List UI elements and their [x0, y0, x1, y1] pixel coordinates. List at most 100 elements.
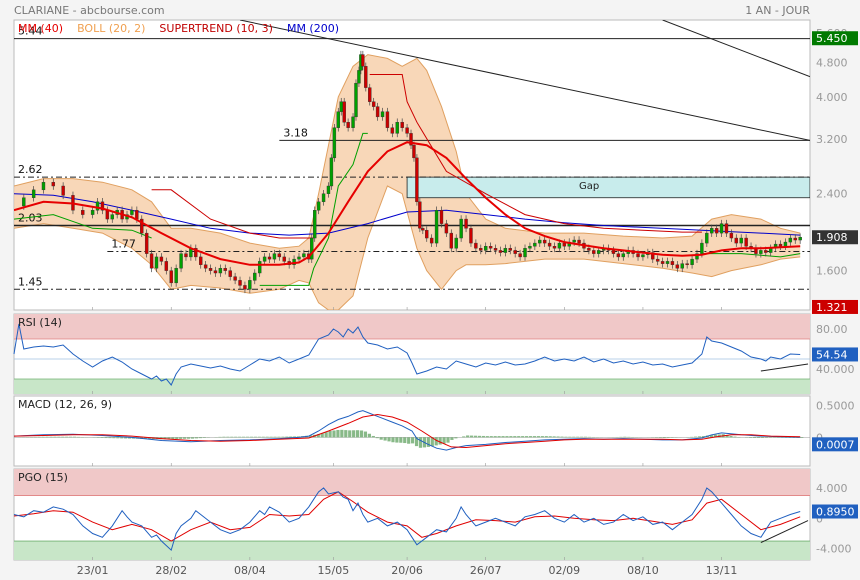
candle-body	[577, 239, 581, 244]
level-label-2: 2.62	[18, 163, 43, 176]
candle-body	[418, 201, 422, 229]
candle-body	[429, 237, 434, 244]
macd-histogram-bar	[387, 437, 391, 442]
macd-histogram-bar	[729, 435, 733, 438]
macd-histogram-bar	[403, 437, 407, 444]
candle-body	[597, 250, 601, 254]
candle-body	[371, 101, 376, 107]
macd-histogram-bar	[37, 436, 41, 438]
macd-histogram-bar	[116, 437, 120, 439]
candle-body	[302, 253, 306, 258]
rsi-title: RSI (14)	[18, 316, 62, 329]
candle-body	[764, 250, 768, 253]
candle-body	[329, 157, 334, 187]
candle-body	[159, 256, 164, 262]
macd-histogram-bar	[544, 436, 548, 438]
macd-histogram-bar	[198, 437, 202, 439]
macd-histogram-bar	[540, 436, 544, 438]
candle-body	[714, 228, 719, 234]
candle-body	[415, 157, 419, 203]
macd-histogram-bar	[407, 437, 411, 444]
candle-body	[508, 248, 512, 251]
candle-body	[321, 193, 326, 203]
indicator-legend-3: MM (200)	[287, 22, 339, 35]
candle-body	[616, 253, 621, 258]
candle-body	[253, 272, 257, 281]
candle-body	[464, 218, 468, 229]
macd-histogram-bar	[418, 437, 423, 448]
macd-histogram-bar	[395, 437, 399, 443]
macd-histogram-bar	[332, 430, 336, 438]
macd-histogram-bar	[462, 436, 466, 438]
candle-body	[41, 182, 46, 191]
candle-body	[332, 127, 337, 159]
stock-chart[interactable]: CLARIANE - abcbourse.com 1 AN - JOUR Gap 5.…	[0, 0, 860, 580]
macd-histogram-bar	[493, 436, 497, 438]
macd-histogram-bar	[100, 437, 104, 438]
candle-body	[719, 223, 724, 234]
candle-body	[459, 218, 463, 239]
candle-body	[690, 258, 694, 265]
macd-histogram-bar	[190, 437, 195, 439]
candle-body	[164, 261, 169, 271]
macd-histogram-bar	[65, 436, 69, 438]
macd-histogram-bar	[485, 436, 489, 438]
candle-body	[641, 254, 645, 258]
candle-body	[248, 280, 252, 290]
macd-histogram-bar	[285, 436, 289, 438]
candle-body	[557, 242, 562, 249]
macd-histogram-bar	[560, 436, 564, 438]
candle-body	[228, 270, 232, 277]
candle-body	[336, 111, 340, 128]
candle-body	[523, 248, 527, 258]
macd-histogram-bar	[383, 437, 387, 441]
macd-histogram-bar	[753, 437, 757, 438]
macd-histogram-bar	[391, 437, 395, 443]
period-label: 1 AN - JOUR	[745, 4, 810, 17]
candle-body	[412, 145, 416, 159]
candle-body	[342, 101, 346, 123]
candle-body	[144, 232, 149, 254]
macd-histogram-bar	[249, 436, 254, 438]
candle-body	[375, 106, 380, 118]
macd-histogram-bar	[61, 436, 65, 438]
macd-histogram-bar	[186, 437, 191, 439]
rsi-overbought-zone	[14, 314, 810, 339]
macd-histogram-bar	[222, 436, 226, 438]
candle-body	[326, 185, 331, 194]
candle-body	[262, 256, 267, 262]
pgo-oversold-zone	[14, 541, 810, 560]
candle-body	[592, 250, 596, 254]
indicator-legend-0: MM (40)	[18, 22, 63, 35]
macd-histogram-bar	[756, 437, 761, 438]
candle-body	[469, 228, 473, 244]
candle-body	[700, 242, 704, 254]
macd-histogram-bar	[627, 436, 631, 438]
candle-body	[778, 243, 783, 247]
candle-body	[665, 261, 670, 264]
macd-histogram-bar	[623, 436, 627, 438]
candle-body	[675, 264, 680, 269]
candle-body	[282, 256, 286, 262]
candle-body	[533, 242, 537, 247]
candle-body	[479, 248, 483, 251]
macd-histogram-bar	[489, 436, 493, 438]
macd-histogram-bar	[379, 437, 383, 440]
candle-body	[233, 276, 237, 281]
candle-body	[552, 245, 557, 249]
candle-body	[685, 263, 689, 265]
macd-histogram-bar	[253, 436, 257, 438]
macd-histogram-bar	[556, 436, 560, 438]
candle-body	[768, 248, 773, 253]
macd-tick-0: 0.5000	[816, 400, 855, 413]
macd-histogram-bar	[265, 436, 269, 438]
macd-histogram-bar	[340, 429, 344, 438]
candle-body	[425, 230, 429, 239]
macd-histogram-bar	[277, 436, 281, 438]
candle-body	[95, 201, 100, 211]
macd-histogram-bar	[226, 436, 230, 438]
macd-histogram-bar	[690, 436, 694, 438]
rsi-oversold-zone	[14, 379, 810, 394]
candle-body	[316, 201, 321, 211]
candle-body	[734, 237, 738, 244]
